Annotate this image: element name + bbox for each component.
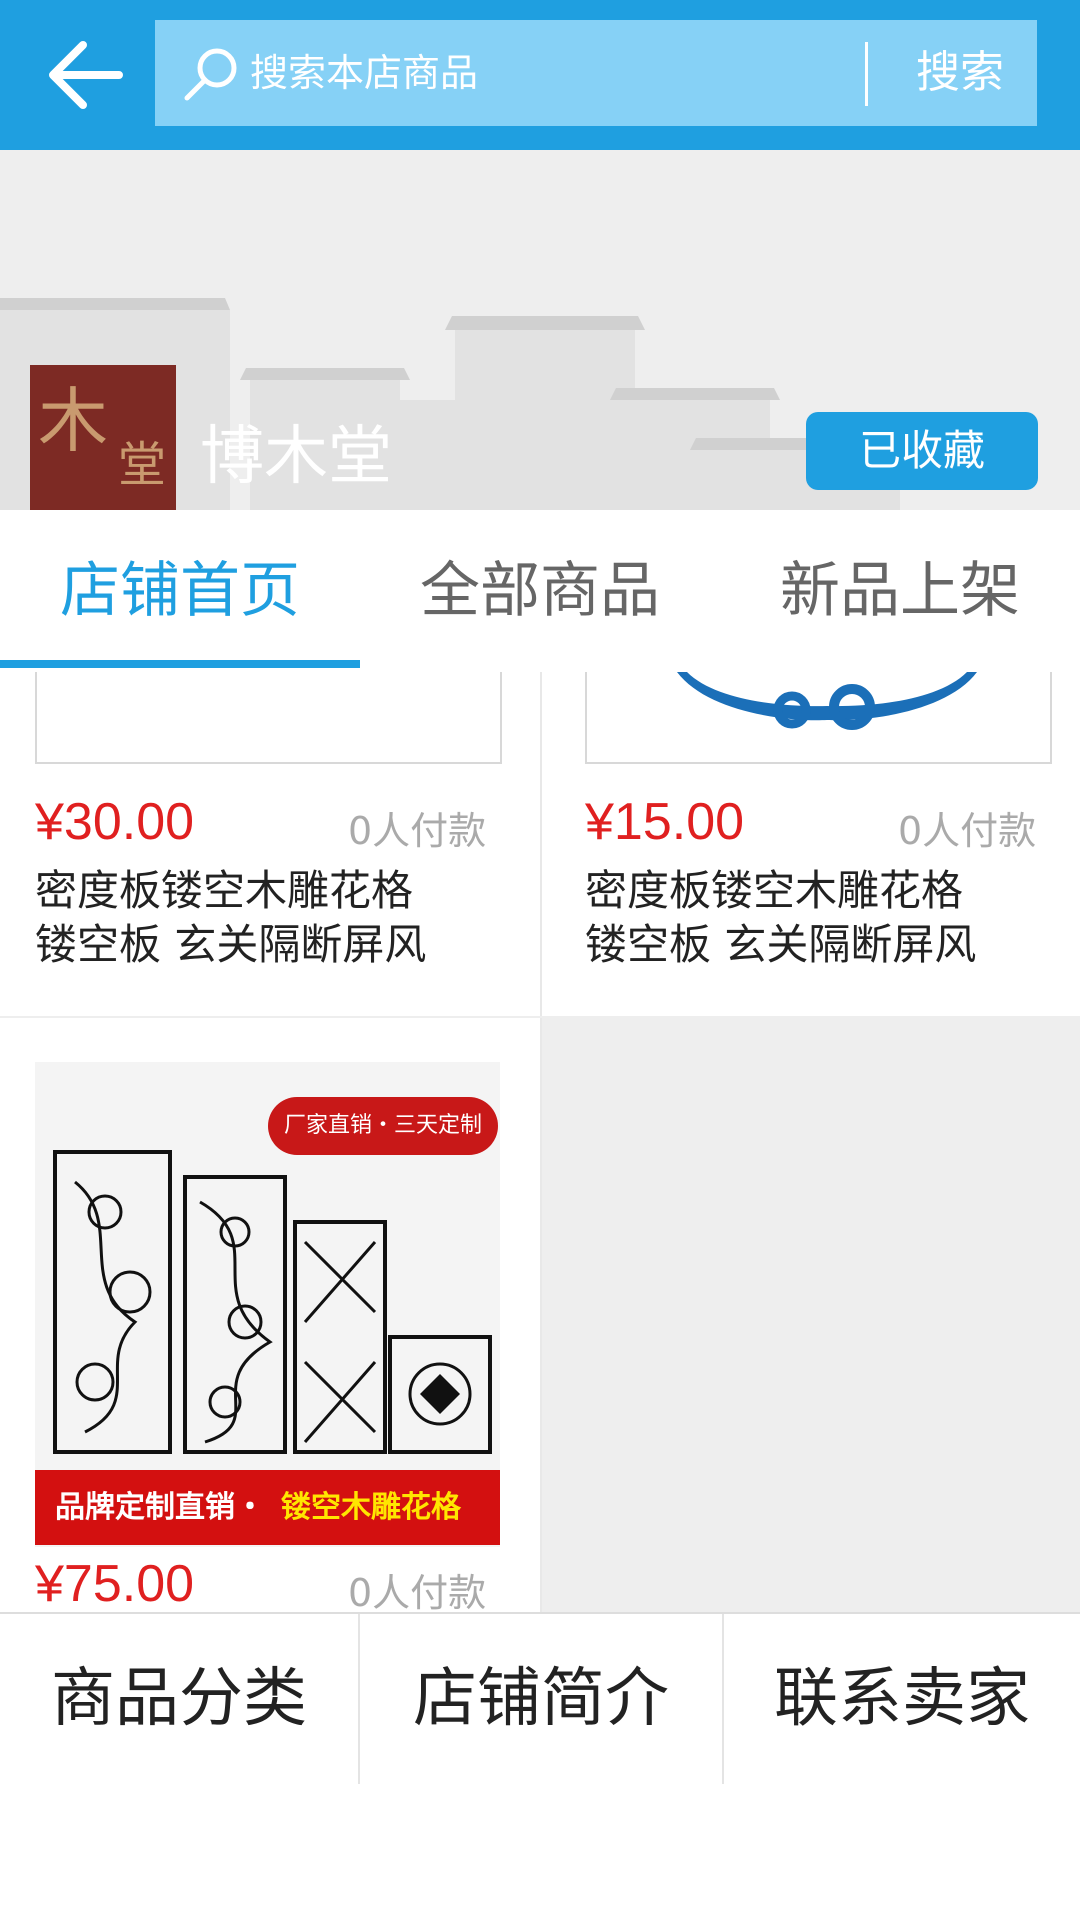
product-sold-count: 0人付款 <box>348 809 487 853</box>
product-card[interactable]: ¥15.00 0人付款 密度板镂空木雕花格 镂空板 玄关隔断屏风 <box>542 672 1080 1016</box>
promo-banner: 品牌定制直销・ 镂空木雕花格 <box>35 1470 500 1545</box>
product-price: ¥15.00 <box>585 793 745 851</box>
grid-divider <box>540 1018 542 1612</box>
product-image[interactable] <box>35 672 502 764</box>
bottom-action-bar: 商品分类 店铺简介 联系卖家 <box>0 1612 1080 1784</box>
product-grid: ¥30.00 0人付款 密度板镂空木雕花格 镂空板 玄关隔断屏风 ¥15.00 … <box>0 672 1080 1612</box>
product-image[interactable] <box>585 672 1052 764</box>
store-logo: 木 堂 <box>30 365 176 510</box>
product-sold-count: 0人付款 <box>348 1571 487 1612</box>
ornament-image <box>677 672 977 730</box>
search-icon <box>184 48 237 101</box>
tab-store-home[interactable]: 店铺首页 <box>0 510 360 672</box>
contact-seller-button[interactable]: 联系卖家 <box>724 1614 1080 1784</box>
product-card[interactable]: ¥30.00 0人付款 密度板镂空木雕花格 镂空板 玄关隔断屏风 <box>0 672 540 1016</box>
search-divider <box>865 42 868 106</box>
store-intro-button[interactable]: 店铺简介 <box>360 1614 722 1784</box>
product-title-line: 密度板镂空木雕花格 <box>585 866 964 915</box>
back-arrow-icon[interactable] <box>45 38 125 112</box>
product-title-line: 镂空板 玄关隔断屏风 <box>585 920 977 969</box>
product-title[interactable]: 密度板镂空木雕花格 镂空板 玄关隔断屏风 <box>585 864 1055 972</box>
product-title-line: 密度板镂空木雕花格 <box>35 866 414 915</box>
product-image[interactable]: 厂家直销・三天定制 品牌定制直销・ 镂空木雕花格 <box>35 1062 500 1547</box>
tab-all-products[interactable]: 全部商品 <box>360 510 720 672</box>
active-tab-indicator <box>0 660 360 668</box>
promo-text: 品牌定制直销・ <box>55 1490 265 1525</box>
store-name: 博木堂 <box>200 420 392 494</box>
category-button[interactable]: 商品分类 <box>0 1614 358 1784</box>
product-title[interactable]: 密度板镂空木雕花格 镂空板 玄关隔断屏风 <box>35 864 505 972</box>
tab-new-arrivals[interactable]: 新品上架 <box>720 510 1080 672</box>
store-banner: 木 堂 博木堂 已收藏 <box>0 150 1080 510</box>
search-button[interactable]: 搜索 <box>900 20 1020 126</box>
product-price: ¥30.00 <box>35 793 195 851</box>
product-price: ¥75.00 <box>35 1555 195 1612</box>
product-title-line: 镂空板 玄关隔断屏风 <box>35 920 427 969</box>
top-bar: 搜索本店商品 搜索 <box>0 0 1080 150</box>
store-tabs: 店铺首页 全部商品 新品上架 <box>0 510 1080 674</box>
search-bar[interactable]: 搜索本店商品 搜索 <box>155 20 1037 126</box>
favorite-button[interactable]: 已收藏 <box>806 412 1038 490</box>
search-input[interactable]: 搜索本店商品 <box>250 20 478 126</box>
product-sold-count: 0人付款 <box>898 809 1037 853</box>
promo-badge: 厂家直销・三天定制 <box>268 1097 498 1155</box>
promo-text-highlight: 镂空木雕花格 <box>281 1490 461 1525</box>
